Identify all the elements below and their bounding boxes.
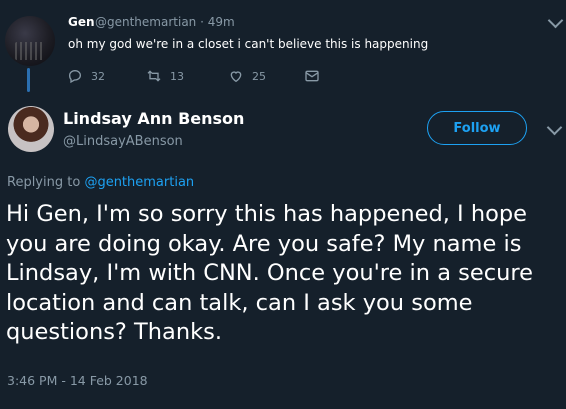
retweet-button[interactable]: 13 xyxy=(146,66,184,86)
like-icon xyxy=(230,71,242,83)
replying-to-mention-link[interactable]: @genthemartian xyxy=(84,175,194,190)
replying-to: Replying to @genthemartian xyxy=(7,175,194,190)
tweet-timestamp[interactable]: 3:46 PM - 14 Feb 2018 xyxy=(7,373,148,388)
reply-count: 32 xyxy=(91,69,105,83)
follow-button[interactable]: Follow xyxy=(427,111,527,145)
parent-tweet-text: oh my god we're in a closet i can't beli… xyxy=(68,37,429,51)
replying-to-prefix: Replying to xyxy=(7,175,85,190)
thread-connector-line xyxy=(27,68,30,92)
retweet-icon xyxy=(147,70,161,82)
retweet-count: 13 xyxy=(170,69,184,83)
direct-message-icon xyxy=(305,70,319,82)
parent-author-handle-time[interactable]: @genthemartian · 49m xyxy=(95,15,235,29)
tweet-text: Hi Gen, I'm so sorry this has happened, … xyxy=(6,201,533,345)
author-avatar[interactable] xyxy=(8,106,54,152)
parent-avatar[interactable] xyxy=(5,16,55,66)
direct-message-button[interactable] xyxy=(304,66,328,86)
chevron-down-icon[interactable] xyxy=(547,12,564,29)
chevron-down-icon[interactable] xyxy=(546,119,563,136)
like-count: 25 xyxy=(252,69,266,83)
reply-icon xyxy=(68,69,82,84)
author-handle[interactable]: @LindsayABenson xyxy=(63,134,183,149)
author-name[interactable]: Lindsay Ann Benson xyxy=(63,109,244,128)
reply-button[interactable]: 32 xyxy=(67,66,105,86)
parent-author-name[interactable]: Gen xyxy=(68,15,95,29)
like-button[interactable]: 25 xyxy=(228,66,266,86)
